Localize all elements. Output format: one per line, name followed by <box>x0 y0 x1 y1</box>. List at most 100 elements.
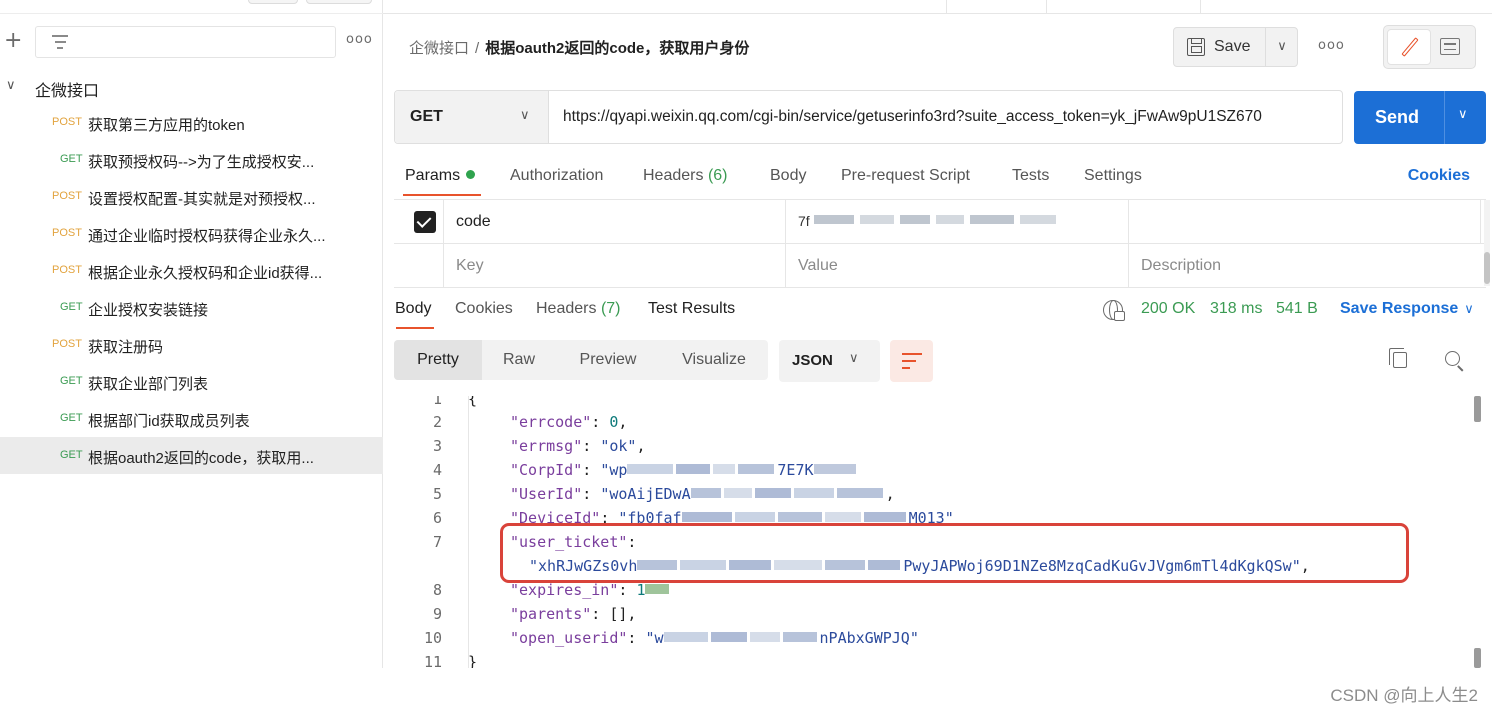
param-description-cell[interactable]: Description <box>1128 244 1481 288</box>
sidebar-request-item[interactable]: POST 获取第三方应用的token <box>0 104 383 141</box>
sidebar: + ooo ∨ 企微接口 POST 获取第三方应用的token GET 获取预授权码-… <box>0 0 383 668</box>
active-tab-underline <box>403 194 481 196</box>
status-code[interactable]: 200 OK <box>1141 300 1195 318</box>
documentation-icon[interactable] <box>1440 38 1460 55</box>
param-key: code <box>456 213 491 230</box>
sidebar-request-item[interactable]: GET 获取企业部门列表 <box>0 363 383 400</box>
params-scrollbar[interactable] <box>1484 200 1490 286</box>
request-list: POST 获取第三方应用的token GET 获取预授权码-->为了生成授权安... P… <box>0 104 383 474</box>
save-button[interactable]: Save <box>1174 28 1266 66</box>
param-value-prefix: 7f <box>798 213 810 229</box>
wrap-lines-button[interactable] <box>890 340 933 382</box>
filter-icon <box>52 35 68 49</box>
format-label: JSON <box>792 352 833 369</box>
save-button-group: Save ∨ <box>1173 27 1298 67</box>
add-icon[interactable]: + <box>4 28 22 53</box>
collection-header[interactable]: ∨ 企微接口 <box>0 72 383 104</box>
save-options-chevron-icon[interactable]: ∨ <box>1266 28 1298 66</box>
param-key-cell[interactable]: code <box>443 200 785 244</box>
sidebar-request-item[interactable]: POST 根据企业永久授权码和企业id获得... <box>0 252 383 289</box>
sidebar-request-item[interactable]: GET 企业授权安装链接 <box>0 289 383 326</box>
save-label: Save <box>1214 38 1251 55</box>
sidebar-request-item[interactable]: POST 获取注册码 <box>0 326 383 363</box>
method-badge: GET <box>60 375 83 387</box>
filter-input[interactable] <box>35 26 336 58</box>
more-icon[interactable]: ooo <box>346 32 373 47</box>
wrap-lines-icon <box>902 353 922 369</box>
chevron-down-icon: ∨ <box>520 108 530 123</box>
response-tab-test-results[interactable]: Test Results <box>648 300 735 318</box>
send-button[interactable]: Send <box>1375 107 1419 128</box>
code-scrollbar-bottom[interactable] <box>1474 648 1481 668</box>
tab-prerequest-script[interactable]: Pre-request Script <box>841 167 970 185</box>
sidebar-top-button[interactable] <box>306 0 372 4</box>
active-response-tab-underline <box>396 327 434 329</box>
edit-mode-button[interactable] <box>1387 29 1431 65</box>
sidebar-request-item[interactable]: GET 获取预授权码-->为了生成授权安... <box>0 141 383 178</box>
response-time[interactable]: 318 ms <box>1210 300 1262 318</box>
response-tab-body[interactable]: Body <box>395 300 431 318</box>
breadcrumb-collection[interactable]: 企微接口 <box>409 40 469 57</box>
copy-icon[interactable] <box>1389 348 1407 368</box>
method-badge: POST <box>52 116 82 128</box>
view-raw[interactable]: Raw <box>482 340 556 380</box>
request-name: 根据oauth2返回的code，获取用... <box>88 450 314 467</box>
tab-authorization[interactable]: Authorization <box>510 167 603 185</box>
method-badge: POST <box>52 190 82 202</box>
response-tab-headers[interactable]: Headers (7) <box>536 300 621 318</box>
breadcrumb-separator: / <box>475 40 480 57</box>
search-icon[interactable] <box>1445 351 1460 366</box>
request-name: 获取企业部门列表 <box>88 376 209 393</box>
breadcrumb: 企微接口 / 根据oauth2返回的code，获取用户身份 <box>409 37 749 58</box>
tab-settings[interactable]: Settings <box>1084 167 1142 185</box>
tab-body[interactable]: Body <box>770 167 806 185</box>
sidebar-top-strip <box>0 0 383 14</box>
cookies-link[interactable]: Cookies <box>1408 167 1470 185</box>
method-badge: GET <box>60 412 83 424</box>
view-visualize[interactable]: Visualize <box>660 340 768 380</box>
response-tab-cookies[interactable]: Cookies <box>455 300 513 318</box>
sidebar-request-item[interactable]: POST 设置授权配置-其实就是对预授权... <box>0 178 383 215</box>
request-tab-strip <box>383 0 1492 14</box>
view-mode-group: Pretty Raw Preview Visualize <box>394 340 768 380</box>
more-options-icon[interactable]: ooo <box>1318 38 1345 53</box>
request-name: 设置授权配置-其实就是对预授权... <box>88 191 316 208</box>
save-response-button[interactable]: Save Response ∨ <box>1340 300 1474 318</box>
url-input[interactable] <box>563 108 1331 126</box>
sidebar-top-button[interactable] <box>248 0 298 4</box>
network-globe-icon[interactable] <box>1103 300 1125 321</box>
tab-headers[interactable]: Headers (6) <box>643 167 728 185</box>
tab-tests[interactable]: Tests <box>1012 167 1049 185</box>
save-icon <box>1187 38 1205 56</box>
param-value-cell[interactable]: Value <box>785 244 1128 288</box>
view-pretty[interactable]: Pretty <box>394 340 482 380</box>
sidebar-request-item[interactable]: GET 根据部门id获取成员列表 <box>0 400 383 437</box>
request-name: 获取注册码 <box>88 339 164 356</box>
param-description-cell[interactable] <box>1128 200 1481 244</box>
chevron-down-icon: ∨ <box>849 351 859 366</box>
tab-params[interactable]: Params <box>405 167 476 185</box>
format-select[interactable]: JSON ∨ <box>779 340 880 382</box>
view-preview[interactable]: Preview <box>556 340 660 380</box>
key-placeholder: Key <box>456 257 484 274</box>
response-size[interactable]: 541 B <box>1276 300 1318 318</box>
sidebar-toolbar: + ooo <box>0 26 383 60</box>
value-placeholder: Value <box>798 257 838 274</box>
param-enabled-checkbox[interactable] <box>414 211 436 233</box>
request-title: 根据oauth2返回的code，获取用户身份 <box>485 40 750 57</box>
param-row-empty: Key Value Description <box>394 244 1486 288</box>
method-select[interactable]: GET ∨ <box>395 91 549 143</box>
request-tabs: Params Authorization Headers (6) Body Pr… <box>394 160 1486 198</box>
chevron-down-icon[interactable]: ∨ <box>6 78 16 93</box>
param-key-cell[interactable]: Key <box>443 244 785 288</box>
method-badge: GET <box>60 301 83 313</box>
send-options-chevron-icon[interactable]: ∨ <box>1458 107 1468 122</box>
method-badge: POST <box>52 264 82 276</box>
url-bar: GET ∨ <box>394 90 1343 144</box>
request-name: 获取预授权码-->为了生成授权安... <box>88 154 315 171</box>
sidebar-request-item[interactable]: POST 通过企业临时授权码获得企业永久... <box>0 215 383 252</box>
mode-toggle <box>1383 25 1476 69</box>
request-name: 通过企业临时授权码获得企业永久... <box>88 228 326 245</box>
code-scrollbar-top[interactable] <box>1474 396 1481 422</box>
sidebar-request-item[interactable]: GET 根据oauth2返回的code，获取用... <box>0 437 383 474</box>
